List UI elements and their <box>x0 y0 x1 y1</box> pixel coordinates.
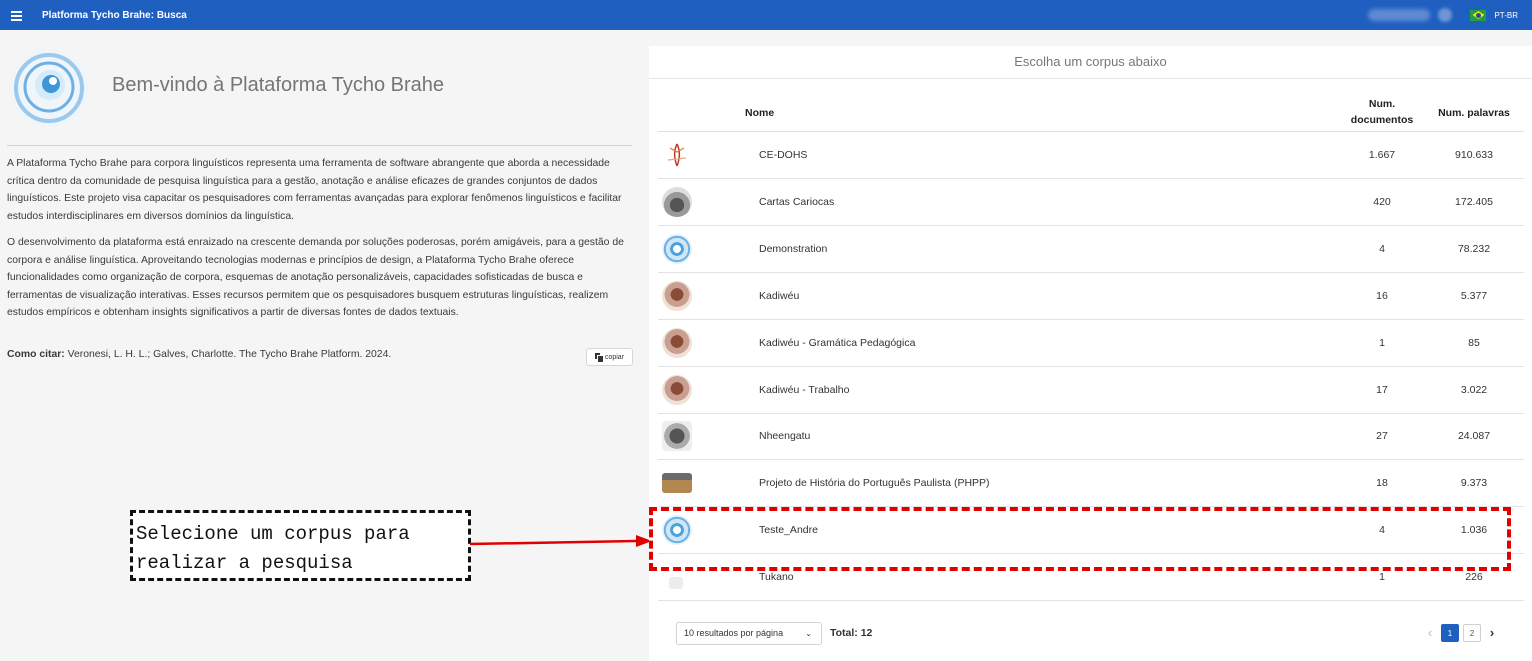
corpus-name: Tukano <box>759 571 794 583</box>
corpus-docs: 1.667 <box>1368 149 1396 161</box>
chevron-down-icon: ⌄ <box>805 629 812 638</box>
nheengatu-logo-icon <box>662 421 692 451</box>
annotation-line-1: Selecione um corpus para <box>136 523 410 545</box>
total-count: Total: 12 <box>830 627 873 639</box>
tycho-logo-icon <box>662 515 692 545</box>
corpus-docs: 420 <box>1373 196 1391 208</box>
corpus-docs: 1 <box>1379 571 1385 583</box>
table-header: Nome Num. documentos Num. palavras <box>658 94 1524 132</box>
pagination: ‹ 1 2 › <box>1423 624 1499 642</box>
corpus-name: Projeto de História do Português Paulist… <box>759 477 990 489</box>
table-row[interactable]: Projeto de História do Português Paulist… <box>658 460 1524 507</box>
table-row[interactable]: Cartas Cariocas 420 172.405 <box>658 179 1524 226</box>
copy-label: copiar <box>604 353 625 361</box>
corpus-name: Teste_Andre <box>759 524 818 536</box>
top-app-bar: Platforma Tycho Brahe: Busca PT-BR <box>0 0 1532 30</box>
kadiweu-logo-icon <box>662 281 692 311</box>
corpus-name: Kadiwéu - Trabalho <box>759 384 850 396</box>
divider <box>7 145 632 146</box>
development-paragraph: O desenvolvimento da plataforma está enr… <box>7 237 624 319</box>
column-header-docs-line1: Num. <box>1368 98 1396 110</box>
corpus-words: 3.022 <box>1460 384 1488 396</box>
corpus-docs: 4 <box>1379 524 1385 536</box>
corpus-name: Demonstration <box>759 243 828 255</box>
cedohs-logo-icon <box>667 143 687 167</box>
corpus-panel-header: Escolha um corpus abaixo <box>649 46 1532 79</box>
page-button-1[interactable]: 1 <box>1441 624 1459 642</box>
table-row[interactable]: Nheengatu 27 24.087 <box>658 413 1524 460</box>
menu-button[interactable] <box>2 0 30 30</box>
rows-per-page-value: 10 resultados por página <box>684 628 784 638</box>
table-row[interactable]: Kadiwéu - Trabalho 17 3.022 <box>658 367 1524 414</box>
corpus-words: 24.087 <box>1457 430 1491 442</box>
corpus-docs: 1 <box>1379 337 1385 349</box>
corpus-name: CE-DOHS <box>759 149 808 161</box>
citation-text: Veronesi, L. H. L.; Galves, Charlotte. T… <box>67 349 392 360</box>
user-avatar[interactable] <box>1438 8 1453 22</box>
table-row[interactable]: Demonstration 4 78.232 <box>658 226 1524 273</box>
corpus-words: 78.232 <box>1457 243 1491 255</box>
language-selector[interactable]: PT-BR <box>1494 11 1518 20</box>
column-header-words[interactable]: Num. palavras <box>1431 107 1517 119</box>
corpus-docs: 4 <box>1379 243 1385 255</box>
corpus-panel: Escolha um corpus abaixo Nome Num. docum… <box>649 46 1532 661</box>
corpus-words: 226 <box>1465 571 1483 583</box>
table-footer: 10 resultados por página ⌄ Total: 12 ‹ 1… <box>658 600 1524 660</box>
corpus-words: 172.405 <box>1455 196 1493 208</box>
table-row[interactable]: CE-DOHS 1.667 910.633 <box>658 132 1524 179</box>
corpus-name: Nheengatu <box>759 430 811 442</box>
corpus-words: 9.373 <box>1460 477 1488 489</box>
user-name-blurred[interactable] <box>1368 9 1431 21</box>
intro-paragraph: A Plataforma Tycho Brahe para corpora li… <box>7 158 622 222</box>
corpus-words: 5.377 <box>1460 290 1488 302</box>
citation: Como citar: Veronesi, L. H. L.; Galves, … <box>7 349 391 360</box>
corpus-name: Cartas Cariocas <box>759 196 835 208</box>
kadiweu-logo-icon <box>662 328 692 358</box>
corpus-docs: 16 <box>1376 290 1388 302</box>
next-page-icon[interactable]: › <box>1485 624 1499 642</box>
copy-icon <box>594 353 604 363</box>
phpp-logo-icon <box>662 473 692 493</box>
corpus-docs: 17 <box>1376 384 1388 396</box>
table-row[interactable]: Tukano 1 226 <box>658 554 1524 601</box>
table-row[interactable]: Kadiwéu - Gramática Pedagógica 1 85 <box>658 320 1524 367</box>
page-button-2[interactable]: 2 <box>1463 624 1481 642</box>
table-row[interactable]: Kadiwéu 16 5.377 <box>658 273 1524 320</box>
copy-citation-button[interactable]: copiar <box>586 348 633 366</box>
brazil-flag-icon[interactable] <box>1470 9 1487 21</box>
corpus-docs: 27 <box>1376 430 1388 442</box>
annotation-arrow-icon <box>470 535 652 547</box>
annotation-line-2: realizar a pesquisa <box>136 552 353 574</box>
corpus-words: 910.633 <box>1455 149 1493 161</box>
corpus-words: 1.036 <box>1460 524 1488 536</box>
table-row[interactable]: Teste_Andre 4 1.036 <box>658 507 1524 554</box>
corpus-name: Kadiwéu - Gramática Pedagógica <box>759 337 916 349</box>
hamburger-icon <box>10 10 22 21</box>
kadiweu-logo-icon <box>662 375 692 405</box>
corpus-name: Kadiwéu <box>759 290 800 302</box>
corpus-docs: 18 <box>1376 477 1388 489</box>
tycho-logo-icon <box>662 234 692 264</box>
app-title: Platforma Tycho Brahe: Busca <box>42 9 187 21</box>
tukano-logo-icon <box>669 577 683 589</box>
column-header-docs-line2: documentos <box>1350 114 1414 126</box>
cartas-cariocas-logo-icon <box>662 187 692 217</box>
column-header-name[interactable]: Nome <box>745 107 774 119</box>
welcome-title: Bem-vindo à Plataforma Tycho Brahe <box>112 74 445 96</box>
previous-page-icon[interactable]: ‹ <box>1423 624 1437 642</box>
corpus-words: 85 <box>1468 337 1480 349</box>
column-header-docs[interactable]: Num. documentos <box>1343 96 1421 128</box>
citation-label: Como citar: <box>7 349 65 360</box>
tycho-brahe-logo <box>10 49 88 127</box>
annotation-callout: Selecione um corpus para realizar a pesq… <box>130 510 471 581</box>
rows-per-page-select[interactable]: 10 resultados por página ⌄ <box>676 622 822 645</box>
